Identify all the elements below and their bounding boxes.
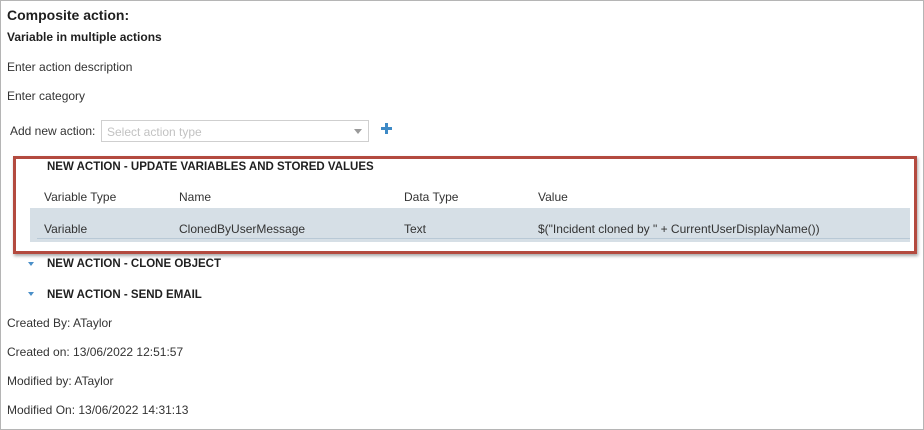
page-title: Composite action: [7,7,130,23]
section-update-variables[interactable]: NEW ACTION - UPDATE VARIABLES AND STORED… [47,161,374,173]
cell-name: ClonedByUserMessage [179,222,306,236]
action-type-select[interactable]: Select action type [101,120,369,142]
description-field[interactable]: Enter action description [7,60,132,74]
add-action-label: Add new action: [10,124,96,138]
action-name[interactable]: Variable in multiple actions [7,30,162,44]
modified-on: Modified On: 13/06/2022 14:31:13 [7,403,189,417]
action-type-placeholder: Select action type [107,125,202,139]
section-clone-object[interactable]: NEW ACTION - CLONE OBJECT [47,258,221,270]
column-header-data-type: Data Type [404,190,459,204]
created-on: Created on: 13/06/2022 12:51:57 [7,345,184,359]
cell-data-type: Text [404,222,427,236]
created-by: Created By: ATaylor [7,316,113,330]
column-header-variable-type: Variable Type [44,190,117,204]
cell-variable-type: Variable [44,222,88,236]
plus-icon[interactable] [380,122,394,136]
column-header-name: Name [179,190,212,204]
modified-by: Modified by: ATaylor [7,374,114,388]
chevron-down-icon[interactable] [354,129,362,134]
column-header-value: Value [538,190,568,204]
caret-down-icon[interactable] [28,262,34,266]
section-send-email[interactable]: NEW ACTION - SEND EMAIL [47,289,202,301]
caret-down-icon[interactable] [28,292,34,296]
category-field[interactable]: Enter category [7,89,85,103]
row-divider [37,238,910,239]
cell-value: $("Incident cloned by " + CurrentUserDis… [538,222,820,236]
